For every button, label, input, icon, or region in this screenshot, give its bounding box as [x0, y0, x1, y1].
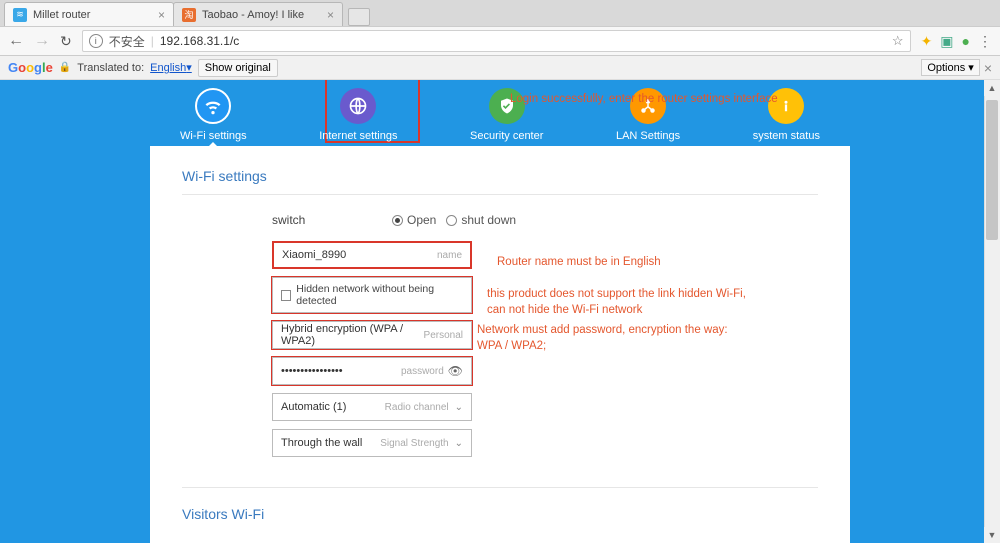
field-hint: name	[437, 250, 462, 261]
annotation-hidden: this product does not support the link h…	[487, 287, 767, 318]
router-top-nav: Wi-Fi settings Internet settings Securit…	[150, 80, 850, 150]
eye-icon[interactable]: 👁	[448, 364, 463, 378]
language-dropdown[interactable]: English▾	[150, 61, 192, 74]
nav-label: LAN Settings	[616, 130, 680, 142]
browser-tabstrip: ≋ Millet router × 淘 Taobao - Amoy! I lik…	[0, 0, 1000, 26]
radio-channel-select[interactable]: Automatic (1) Radio channel ⌄	[272, 393, 472, 421]
nav-wifi-settings[interactable]: Wi-Fi settings	[180, 88, 247, 142]
google-logo: Google	[8, 60, 53, 75]
url-text: 192.168.31.1/c	[160, 34, 239, 48]
divider	[182, 487, 818, 488]
site-info-icon[interactable]: i	[89, 34, 103, 48]
divider	[182, 194, 818, 195]
extension-icon[interactable]: ▣	[940, 33, 953, 50]
signal-value: Through the wall	[281, 437, 362, 449]
back-button[interactable]: ←	[8, 32, 24, 50]
tab-taobao[interactable]: 淘 Taobao - Amoy! I like ×	[173, 2, 343, 26]
scroll-thumb[interactable]	[986, 100, 998, 240]
close-icon[interactable]: ×	[158, 8, 165, 22]
wifi-favicon-icon: ≋	[13, 8, 27, 22]
password-value: ••••••••••••••••	[281, 365, 343, 377]
scroll-down-icon[interactable]: ▼	[984, 527, 1000, 543]
tab-title: Millet router	[33, 9, 90, 21]
radio-open[interactable]	[392, 215, 403, 226]
reload-button[interactable]: ↻	[60, 33, 72, 50]
nav-label: system status	[753, 130, 820, 142]
radio-shutdown[interactable]	[446, 215, 457, 226]
switch-row: switch Open shut down	[272, 213, 692, 227]
page-content: Wi-Fi settings Internet settings Securit…	[0, 80, 1000, 543]
chevron-down-icon: ⌄	[455, 438, 463, 449]
hidden-network-label: Hidden network without being detected	[296, 283, 463, 307]
nav-label: Internet settings	[319, 130, 397, 142]
settings-card: Wi-Fi settings switch Open shut down Xia…	[150, 146, 850, 543]
field-hint: password	[401, 366, 444, 377]
new-tab-button[interactable]	[348, 8, 370, 26]
checkbox-icon[interactable]	[281, 290, 291, 301]
nav-label: Wi-Fi settings	[180, 130, 247, 142]
translate-bar: Google 🔒 Translated to: English▾ Show or…	[0, 56, 1000, 80]
nav-internet-settings[interactable]: Internet settings	[319, 88, 397, 142]
encryption-value: Hybrid encryption (WPA / WPA2)	[281, 323, 424, 347]
annotation-name: Router name must be in English	[497, 255, 717, 271]
field-hint: Radio channel	[385, 402, 449, 413]
chevron-down-icon: ⌄	[455, 402, 463, 413]
extension-icon[interactable]: ●	[962, 33, 970, 49]
switch-label: switch	[272, 213, 382, 227]
tab-title: Taobao - Amoy! I like	[202, 9, 304, 21]
extension-icon[interactable]: ✦	[921, 33, 933, 50]
section-title-visitors: Visitors Wi-Fi	[182, 506, 818, 522]
radio-open-label: Open	[407, 213, 436, 227]
translate-options-button[interactable]: Options ▾	[921, 59, 980, 76]
show-original-button[interactable]: Show original	[198, 59, 278, 77]
wifi-name-value: Xiaomi_8990	[282, 249, 346, 261]
close-translate-icon[interactable]: ×	[984, 60, 992, 76]
bookmark-star-icon[interactable]: ☆	[892, 33, 904, 49]
annotation-login-success: Login successfully, enter the router set…	[510, 92, 870, 108]
tab-millet-router[interactable]: ≋ Millet router ×	[4, 2, 174, 26]
taobao-favicon-icon: 淘	[182, 8, 196, 22]
wifi-icon	[195, 88, 231, 124]
annotation-encryption: Network must add password, encryption th…	[477, 323, 737, 354]
radio-shutdown-label: shut down	[461, 213, 516, 227]
scroll-up-icon[interactable]: ▲	[984, 80, 1000, 96]
encryption-select[interactable]: Hybrid encryption (WPA / WPA2)Personal	[272, 321, 472, 349]
close-icon[interactable]: ×	[327, 8, 334, 22]
password-input[interactable]: •••••••••••••••• password 👁	[272, 357, 472, 385]
field-hint: Signal Strength	[380, 438, 448, 449]
extension-icons: ✦ ▣ ● ⋮	[921, 33, 992, 50]
globe-icon	[340, 88, 376, 124]
nav-label: Security center	[470, 130, 543, 142]
signal-strength-select[interactable]: Through the wall Signal Strength ⌄	[272, 429, 472, 457]
insecure-label: 不安全	[109, 33, 145, 50]
channel-value: Automatic (1)	[281, 401, 346, 413]
section-title-wifi: Wi-Fi settings	[182, 168, 818, 184]
translated-to-label: Translated to:	[77, 62, 144, 74]
wifi-form: switch Open shut down Xiaomi_8990 name R…	[272, 213, 692, 457]
address-bar[interactable]: i 不安全 | 192.168.31.1/c ☆	[82, 30, 911, 52]
field-hint: Personal	[424, 330, 463, 341]
wifi-name-input[interactable]: Xiaomi_8990 name	[272, 241, 472, 269]
vertical-scrollbar[interactable]: ▲ ▼	[984, 80, 1000, 543]
lock-icon: 🔒	[59, 62, 71, 73]
menu-icon[interactable]: ⋮	[978, 33, 992, 50]
hidden-network-checkbox-row[interactable]: Hidden network without being detected	[272, 277, 472, 313]
browser-toolbar: ← → ↻ i 不安全 | 192.168.31.1/c ☆ ✦ ▣ ● ⋮	[0, 26, 1000, 56]
forward-button[interactable]: →	[34, 32, 50, 50]
